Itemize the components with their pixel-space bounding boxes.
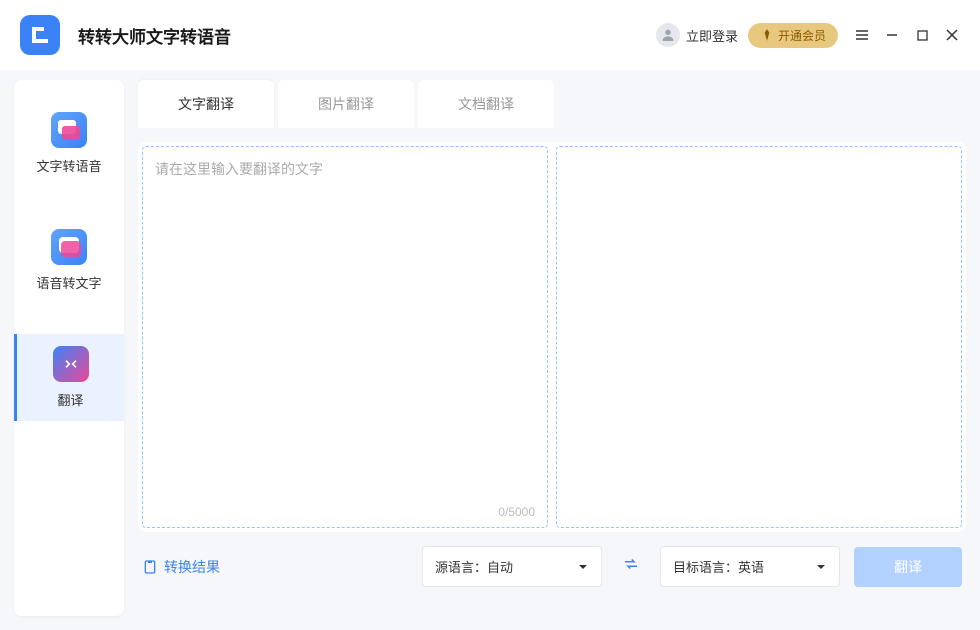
sidebar-item-label: 文字转语音 xyxy=(36,156,101,175)
maximize-icon[interactable] xyxy=(914,27,930,43)
sidebar-item-label: 语音转文字 xyxy=(36,273,101,292)
source-text-panel: 0/5000 xyxy=(142,146,548,528)
close-icon[interactable] xyxy=(944,27,960,43)
tab-document-translate[interactable]: 文档翻译 xyxy=(418,80,554,128)
sidebar-item-stt[interactable]: 语音转文字 xyxy=(14,217,124,304)
translate-button[interactable]: 翻译 xyxy=(854,547,962,587)
swap-button[interactable] xyxy=(616,549,646,584)
result-label: 转换结果 xyxy=(164,557,220,577)
text-panels: 0/5000 xyxy=(138,142,966,532)
app-title: 转转大师文字转语音 xyxy=(78,23,231,48)
source-lang-label: 源语言：自动 xyxy=(435,557,513,576)
login-button[interactable]: 立即登录 xyxy=(656,23,738,47)
source-text-input[interactable] xyxy=(143,147,547,527)
sidebar-item-translate[interactable]: 翻译 xyxy=(14,334,124,421)
swap-icon xyxy=(622,555,640,573)
vip-button[interactable]: 开通会员 xyxy=(748,23,838,48)
source-lang-select[interactable]: 源语言：自动 xyxy=(422,546,602,587)
sidebar-item-tts[interactable]: 文字转语音 xyxy=(14,100,124,187)
vip-label: 开通会员 xyxy=(778,27,826,44)
target-text-panel xyxy=(556,146,962,528)
sidebar-item-label: 翻译 xyxy=(57,390,83,409)
chevron-down-icon xyxy=(815,561,827,573)
tab-image-translate[interactable]: 图片翻译 xyxy=(278,80,414,128)
tabs: 文字翻译 图片翻译 文档翻译 xyxy=(138,80,966,128)
stt-icon xyxy=(51,229,87,265)
tab-text-translate[interactable]: 文字翻译 xyxy=(138,80,274,128)
content: 文字翻译 图片翻译 文档翻译 0/5000 转换结果 源语言：自动 xyxy=(138,80,966,616)
app-logo xyxy=(20,15,60,55)
header: 转转大师文字转语音 立即登录 开通会员 xyxy=(0,0,980,70)
avatar-icon xyxy=(656,23,680,47)
bottom-bar: 转换结果 源语言：自动 目标语言：英语 翻译 xyxy=(138,546,966,587)
menu-icon[interactable] xyxy=(854,27,870,43)
clipboard-icon xyxy=(142,559,158,575)
login-label: 立即登录 xyxy=(686,26,738,45)
window-controls xyxy=(854,27,960,43)
char-count: 0/5000 xyxy=(498,505,535,519)
chevron-down-icon xyxy=(577,561,589,573)
target-lang-label: 目标语言：英语 xyxy=(673,557,764,576)
target-lang-select[interactable]: 目标语言：英语 xyxy=(660,546,840,587)
minimize-icon[interactable] xyxy=(884,27,900,43)
diamond-icon xyxy=(760,28,774,42)
tts-icon xyxy=(51,112,87,148)
result-link[interactable]: 转换结果 xyxy=(142,557,220,577)
main: 文字转语音 语音转文字 翻译 文字翻译 图片翻译 文档翻译 0/5000 xyxy=(0,70,980,630)
sidebar: 文字转语音 语音转文字 翻译 xyxy=(14,80,124,616)
translate-icon xyxy=(53,346,89,382)
